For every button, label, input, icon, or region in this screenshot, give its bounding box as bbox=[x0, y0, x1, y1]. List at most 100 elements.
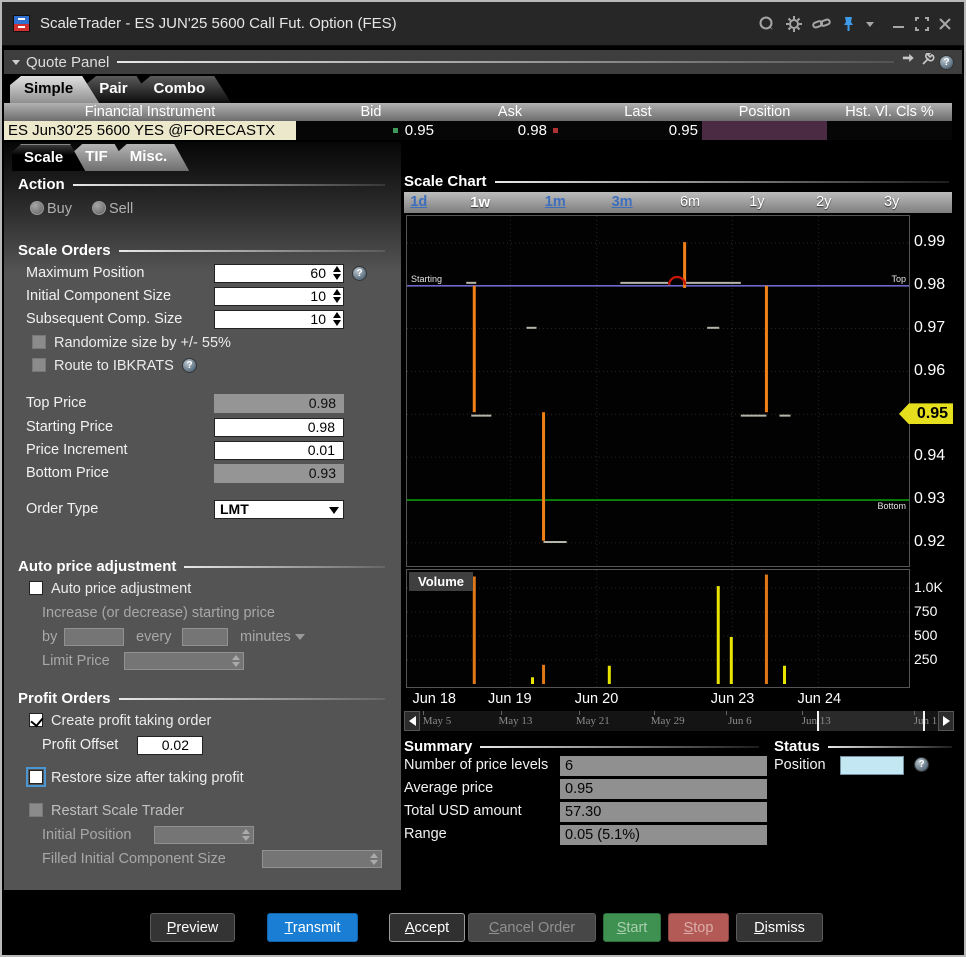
tab-simple[interactable]: Simple bbox=[10, 76, 99, 103]
initial-component-label: Initial Component Size bbox=[26, 288, 171, 304]
buy-radio[interactable] bbox=[30, 201, 44, 215]
app-logo-icon bbox=[13, 15, 30, 32]
stop-button[interactable]: Stop bbox=[668, 913, 729, 942]
cancel-order-button[interactable]: Cancel Order bbox=[468, 913, 596, 942]
col-ask[interactable]: Ask bbox=[446, 103, 574, 121]
scrollbar-date: Jun 13 bbox=[802, 715, 831, 727]
period-3m[interactable]: 3m bbox=[612, 194, 633, 210]
bid-cell[interactable]: 0.95 bbox=[296, 121, 446, 140]
restart-checkbox[interactable] bbox=[29, 803, 43, 817]
sell-label: Sell bbox=[109, 201, 133, 217]
last-cell[interactable]: 0.95 bbox=[574, 121, 702, 140]
subsequent-comp-input[interactable]: 10 bbox=[214, 310, 344, 329]
price-chart[interactable]: StartingTopBottom bbox=[406, 215, 910, 567]
maximum-position-input[interactable]: 60 bbox=[214, 264, 344, 283]
initial-component-spinner[interactable] bbox=[333, 289, 341, 303]
restore-size-label: Restore size after taking profit bbox=[51, 770, 244, 786]
price-levels-value: 6 bbox=[560, 756, 767, 776]
scrollbar-track[interactable]: May 5May 13May 21May 29Jun 6Jun 13Jun 17 bbox=[420, 711, 938, 731]
maximize-icon[interactable] bbox=[915, 17, 929, 31]
filled-initial-input bbox=[262, 850, 382, 868]
link-icon[interactable] bbox=[812, 16, 832, 32]
price-axis-label: 0.92 bbox=[914, 533, 945, 551]
initial-position-input bbox=[154, 826, 254, 844]
col-last[interactable]: Last bbox=[574, 103, 702, 121]
pin-dropdown-icon[interactable] bbox=[865, 20, 875, 28]
dismiss-button[interactable]: Dismiss bbox=[736, 913, 823, 942]
col-financial-instrument[interactable]: Financial Instrument bbox=[4, 103, 296, 121]
tab-scale[interactable]: Scale bbox=[12, 144, 85, 171]
tab-combo[interactable]: Combo bbox=[140, 76, 232, 103]
col-bid[interactable]: Bid bbox=[296, 103, 446, 121]
create-profit-label: Create profit taking order bbox=[51, 713, 211, 729]
price-axis-label: 0.93 bbox=[914, 490, 945, 508]
scrollbar-date: May 5 bbox=[423, 715, 451, 727]
scroll-right-icon[interactable] bbox=[938, 711, 954, 731]
period-2y: 2y bbox=[816, 194, 831, 210]
svg-text:Top: Top bbox=[891, 274, 906, 284]
route-ibkrats-label: Route to IBKRATS bbox=[54, 358, 174, 374]
chart-scrollbar[interactable]: May 5May 13May 21May 29Jun 6Jun 13Jun 17 bbox=[404, 711, 954, 731]
order-type-select[interactable]: LMT bbox=[214, 500, 344, 519]
settings-gear-icon[interactable] bbox=[785, 15, 803, 33]
preview-button[interactable]: Preview bbox=[150, 913, 235, 942]
maximum-position-row: Maximum Position 60 ? bbox=[4, 264, 401, 284]
period-1w[interactable]: 1w bbox=[470, 194, 490, 211]
price-increment-input[interactable]: 0.01 bbox=[214, 441, 344, 460]
x-axis-label-jun-19: Jun 19 bbox=[488, 691, 532, 707]
layout-swap-icon[interactable] bbox=[902, 53, 917, 71]
filled-initial-label: Filled Initial Component Size bbox=[42, 851, 226, 867]
randomize-checkbox[interactable] bbox=[32, 335, 46, 349]
accept-button[interactable]: Accept bbox=[389, 913, 465, 942]
route-ibkrats-checkbox[interactable] bbox=[32, 358, 46, 372]
period-1m[interactable]: 1m bbox=[545, 194, 566, 210]
chat-icon[interactable] bbox=[758, 15, 776, 33]
maximum-position-spinner[interactable] bbox=[333, 266, 341, 280]
hst-vl-cls-cell[interactable] bbox=[827, 121, 952, 140]
minutes-dropdown: minutes bbox=[240, 629, 305, 645]
scrollbar-thumb-edge[interactable] bbox=[817, 711, 819, 731]
quote-panel-help-icon[interactable]: ? bbox=[939, 55, 954, 70]
profit-offset-input[interactable]: 0.02 bbox=[137, 736, 203, 755]
scroll-left-icon[interactable] bbox=[404, 711, 420, 731]
pin-icon[interactable] bbox=[841, 16, 856, 32]
volume-axis-label: 750 bbox=[914, 603, 937, 619]
collapse-arrow-icon[interactable] bbox=[12, 60, 20, 65]
route-ibkrats-help-icon[interactable]: ? bbox=[182, 358, 197, 373]
close-icon[interactable] bbox=[938, 17, 952, 31]
instrument-cell[interactable]: ES Jun30'25 5600 YES @FORECASTX bbox=[4, 121, 296, 140]
transmit-button[interactable]: Transmit bbox=[267, 913, 358, 942]
range-label: Range bbox=[404, 826, 447, 842]
bottom-price-field: 0.93 bbox=[214, 464, 344, 483]
starting-price-input[interactable]: 0.98 bbox=[214, 418, 344, 437]
restore-size-checkbox[interactable] bbox=[29, 770, 43, 784]
price-axis-label: 0.96 bbox=[914, 362, 945, 380]
position-cell[interactable] bbox=[702, 121, 827, 140]
quote-row[interactable]: ES Jun30'25 5600 YES @FORECASTX 0.95 0.9… bbox=[4, 121, 952, 140]
col-position[interactable]: Position bbox=[702, 103, 827, 121]
volume-chart[interactable]: Volume bbox=[406, 569, 910, 688]
scrollbar-thumb[interactable] bbox=[817, 711, 923, 731]
create-profit-checkbox[interactable] bbox=[29, 713, 43, 727]
ask-cell[interactable]: 0.98 bbox=[446, 121, 574, 140]
maximum-position-help-icon[interactable]: ? bbox=[352, 266, 367, 281]
initial-component-input[interactable]: 10 bbox=[214, 287, 344, 306]
start-button[interactable]: Start bbox=[603, 913, 661, 942]
period-1d[interactable]: 1d bbox=[410, 194, 427, 210]
sell-radio[interactable] bbox=[92, 201, 106, 215]
restart-label: Restart Scale Trader bbox=[51, 803, 184, 819]
starting-price-row: Starting Price 0.98 bbox=[4, 418, 401, 438]
minimize-icon[interactable] bbox=[892, 17, 906, 31]
subsequent-comp-spinner[interactable] bbox=[333, 312, 341, 326]
status-help-icon[interactable]: ? bbox=[914, 757, 929, 772]
col-hst-vl-cls[interactable]: Hst. Vl. Cls % bbox=[827, 103, 952, 121]
limit-price-input bbox=[124, 652, 244, 670]
status-position-label: Position bbox=[774, 757, 826, 773]
auto-price-checkbox[interactable] bbox=[29, 581, 43, 595]
scrollbar-thumb-edge[interactable] bbox=[923, 711, 925, 731]
tab-misc[interactable]: Misc. bbox=[118, 144, 190, 171]
subsequent-comp-label: Subsequent Comp. Size bbox=[26, 311, 182, 327]
wrench-icon[interactable] bbox=[921, 53, 935, 71]
chevron-down-icon bbox=[329, 507, 339, 514]
every-label: every bbox=[136, 629, 171, 645]
